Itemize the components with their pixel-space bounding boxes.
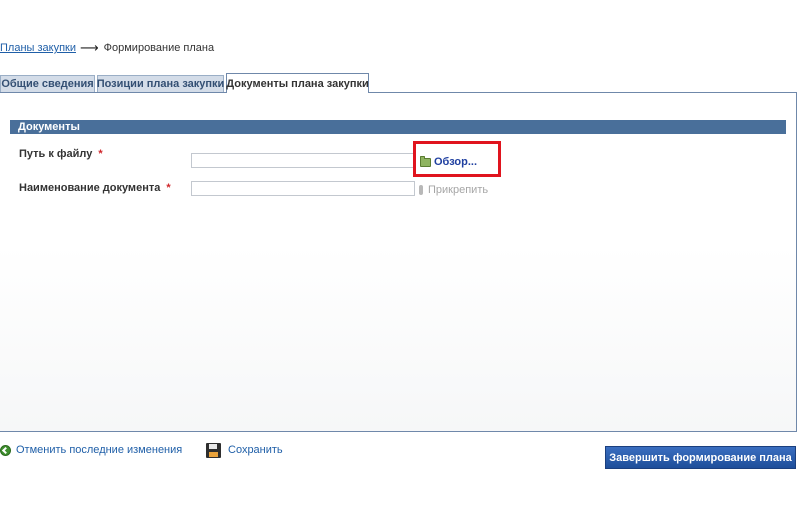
breadcrumb-arrow-icon: ⟶	[80, 40, 99, 55]
breadcrumb-link-plans[interactable]: Планы закупки	[0, 42, 76, 54]
section-header-documents: Документы	[10, 120, 786, 134]
undo-changes-label: Отменить последние изменения	[16, 444, 183, 456]
tab-plan-documents[interactable]: Документы плана закупки	[226, 73, 369, 93]
save-label: Сохранить	[228, 444, 283, 456]
document-name-input[interactable]	[191, 181, 415, 196]
save-link[interactable]: Сохранить	[206, 442, 283, 458]
finish-plan-button[interactable]: Завершить формирование плана	[605, 446, 796, 469]
breadcrumb: Планы закупки ⟶ Формирование плана	[0, 40, 214, 56]
paperclip-icon	[419, 184, 423, 195]
highlight-frame	[413, 141, 501, 177]
required-mark: *	[166, 182, 171, 194]
tab-content-panel: Документы	[0, 92, 797, 432]
document-name-label-text: Наименование документа	[19, 182, 161, 194]
file-path-label-text: Путь к файлу	[19, 148, 93, 160]
tab-plan-positions[interactable]: Позиции плана закупки	[97, 75, 224, 92]
file-path-input[interactable]	[191, 153, 414, 168]
required-mark: *	[98, 148, 103, 160]
tab-general-info[interactable]: Общие сведения	[0, 75, 95, 92]
document-name-label: Наименование документа *	[19, 182, 171, 194]
attach-button[interactable]: Прикрепить	[419, 182, 488, 197]
file-path-label: Путь к файлу *	[19, 148, 103, 160]
undo-changes-link[interactable]: Отменить последние изменения	[0, 443, 182, 457]
floppy-disk-icon	[206, 442, 221, 458]
breadcrumb-current: Формирование плана	[103, 42, 215, 54]
undo-icon	[0, 444, 11, 456]
attach-button-label: Прикрепить	[428, 183, 489, 196]
